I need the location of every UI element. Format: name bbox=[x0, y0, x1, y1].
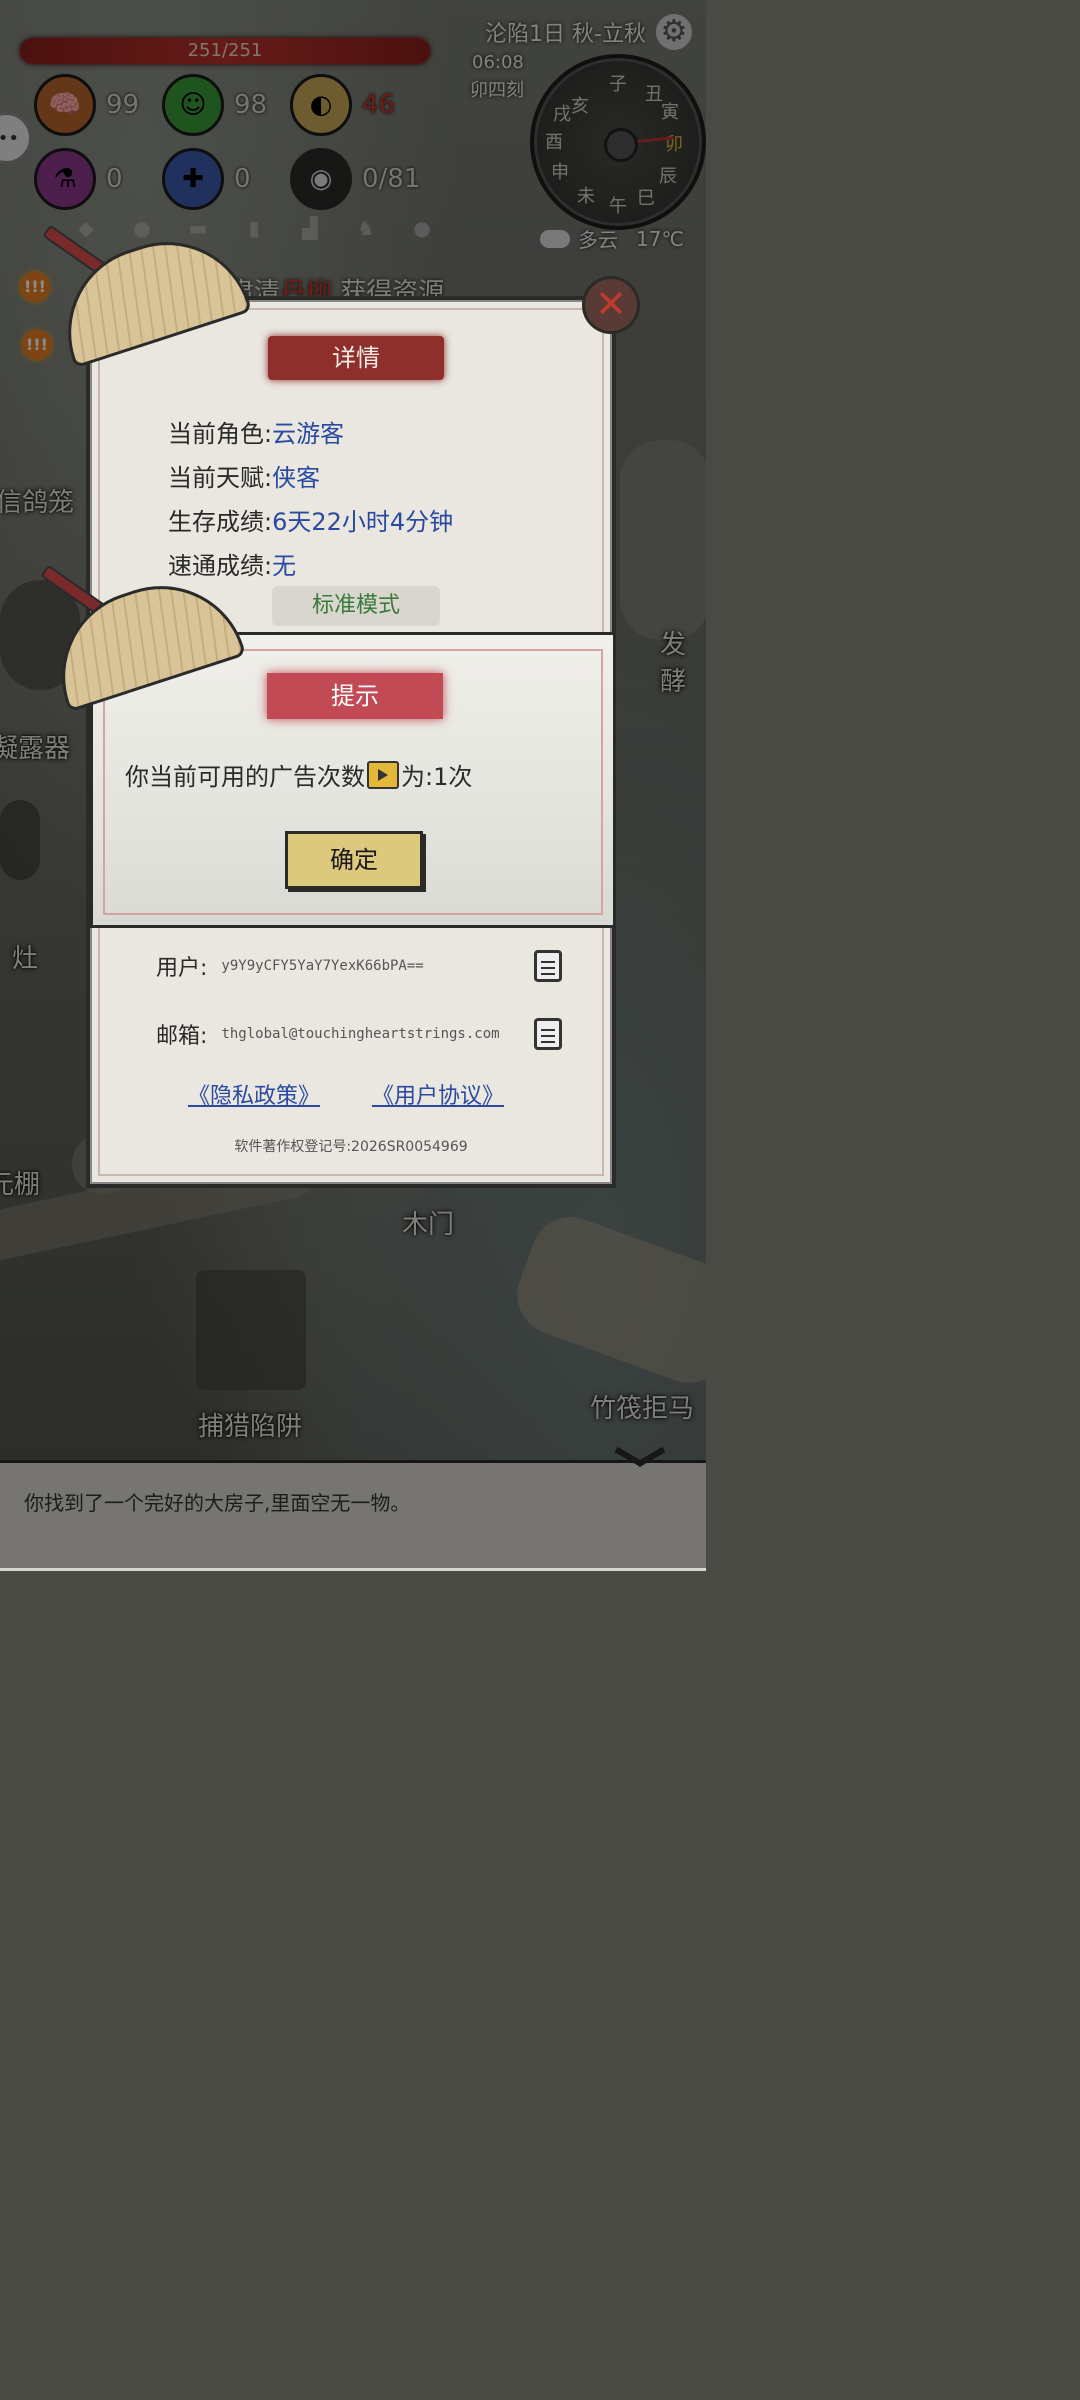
confirm-button[interactable]: 确定 bbox=[285, 831, 423, 889]
email-label: 邮箱: bbox=[156, 1024, 208, 1049]
info-value: 无 bbox=[272, 552, 297, 580]
info-row-character: 当前角色:云游客 bbox=[168, 414, 344, 449]
dialog-message: 你当前可用的广告次数 为:1次 bbox=[125, 757, 472, 792]
info-label: 当前角色: bbox=[168, 420, 273, 448]
panel-title: 详情 bbox=[268, 336, 444, 380]
dialog-message-start: 你当前可用的广告次数 bbox=[125, 763, 365, 791]
user-label: 用户: bbox=[156, 956, 208, 981]
info-label: 当前天赋: bbox=[168, 464, 273, 492]
copy-email-button[interactable] bbox=[534, 1018, 562, 1050]
email-value: thglobal@touchingheartstrings.com bbox=[221, 1026, 500, 1042]
privacy-policy-link[interactable]: 《隐私政策》 bbox=[188, 1078, 320, 1110]
video-ad-icon bbox=[367, 760, 399, 789]
info-label: 速通成绩: bbox=[168, 552, 273, 580]
info-value: 云游客 bbox=[272, 420, 345, 448]
email-row: 邮箱: thglobal@touchingheartstrings.com bbox=[156, 1018, 500, 1050]
copy-user-button[interactable] bbox=[534, 950, 562, 982]
info-row-speedrun: 速通成绩:无 bbox=[168, 546, 296, 581]
close-icon[interactable]: ✕ bbox=[582, 276, 640, 334]
user-row: 用户: y9Y9yCFY5YaY7YexK66bPA== bbox=[156, 950, 424, 982]
info-row-talent: 当前天赋:侠客 bbox=[168, 458, 320, 493]
mode-button[interactable]: 标准模式 bbox=[272, 586, 440, 626]
dialog-title: 提示 bbox=[267, 673, 443, 719]
dialog-message-end: 为:1次 bbox=[401, 763, 473, 791]
info-value: 侠客 bbox=[272, 464, 321, 492]
copyright-text: 软件著作权登记号:2026SR0054969 bbox=[234, 1139, 468, 1155]
info-value: 6天22小时4分钟 bbox=[272, 508, 454, 536]
user-value: y9Y9yCFY5YaY7YexK66bPA== bbox=[221, 958, 424, 974]
info-row-survival: 生存成绩:6天22小时4分钟 bbox=[168, 502, 453, 537]
user-agreement-link[interactable]: 《用户协议》 bbox=[372, 1078, 504, 1110]
info-label: 生存成绩: bbox=[168, 508, 273, 536]
